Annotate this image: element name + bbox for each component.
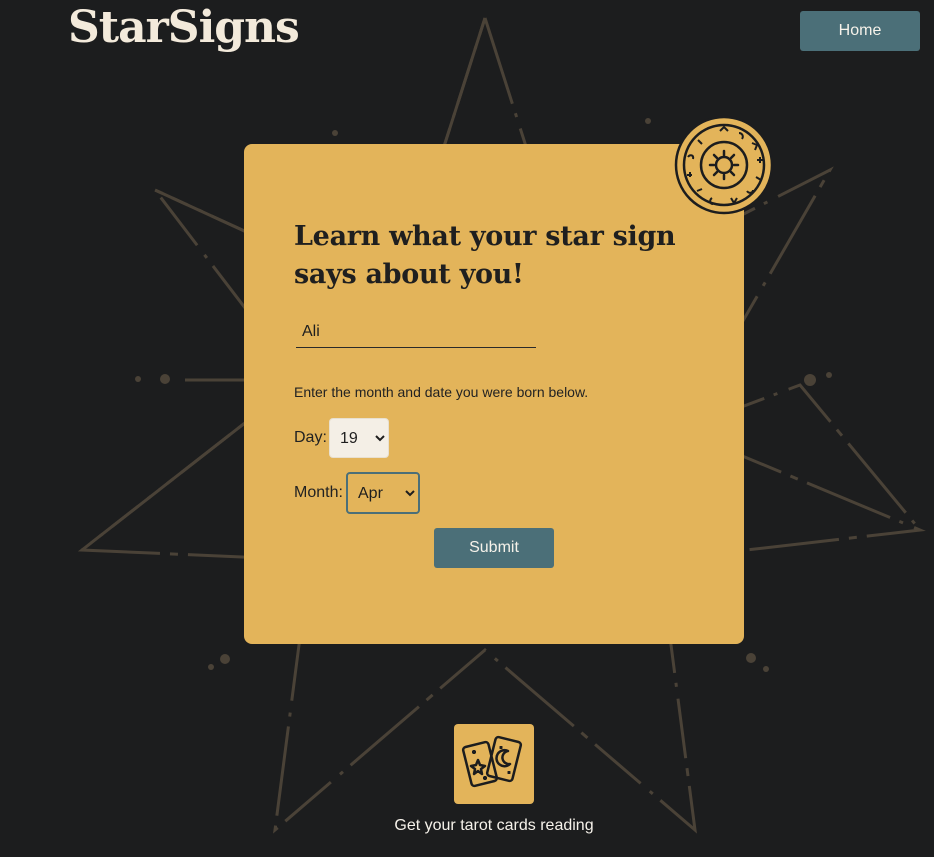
day-label: Day: xyxy=(294,429,327,446)
site-logo[interactable]: StarSigns xyxy=(68,2,300,53)
zodiac-wheel-icon xyxy=(674,115,774,215)
home-button[interactable]: Home xyxy=(800,11,920,51)
day-select[interactable]: 19 xyxy=(329,418,389,458)
form-heading: Learn what your star sign says about you… xyxy=(294,221,676,290)
birth-date-instruction: Enter the month and date you were born b… xyxy=(294,384,589,400)
submit-button[interactable]: Submit xyxy=(434,528,554,568)
star-sign-form-card: Learn what your star sign says about you… xyxy=(244,144,744,644)
tarot-link-tile[interactable] xyxy=(454,724,534,804)
tarot-link-label[interactable]: Get your tarot cards reading xyxy=(0,817,934,835)
month-select[interactable]: Apr xyxy=(346,472,420,514)
name-input[interactable] xyxy=(296,316,536,348)
tarot-cards-icon xyxy=(461,735,523,788)
month-label: Month: xyxy=(294,484,343,501)
